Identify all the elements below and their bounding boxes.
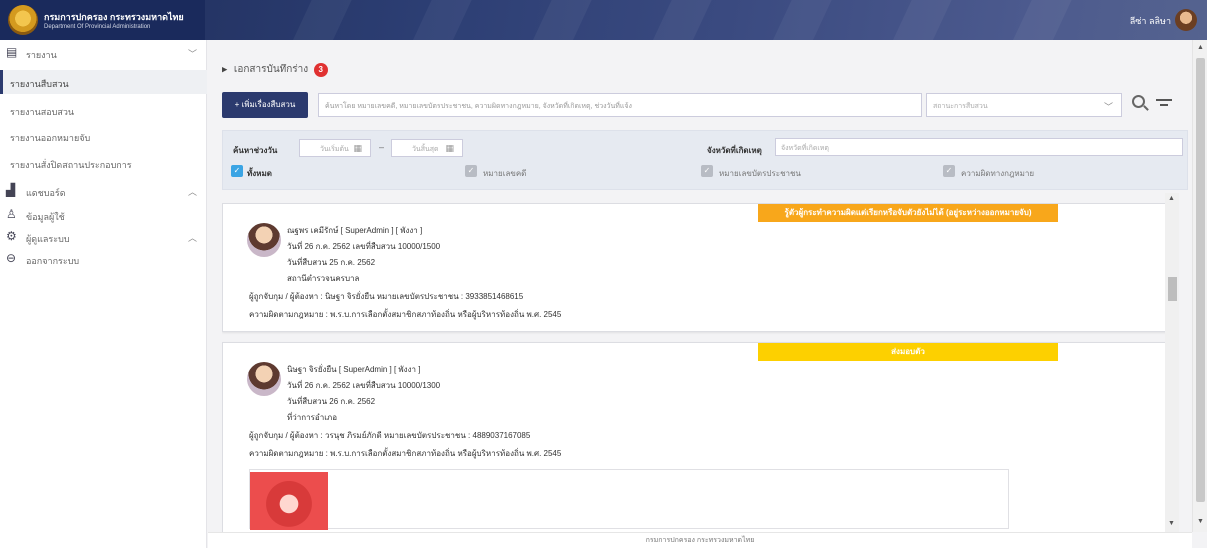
- checkbox-id-number[interactable]: ✓: [701, 165, 713, 177]
- user-name[interactable]: ลีซ่า ลลิษา: [1130, 14, 1171, 28]
- scroll-up-icon[interactable]: ▲: [1168, 195, 1175, 202]
- case-card[interactable]: ส่งมอบตัว นิษฐา จิรยั่งยืน [ SuperAdmin …: [222, 342, 1172, 532]
- sidebar-item-investigation[interactable]: รายงานสืบสวน: [0, 70, 207, 94]
- org-name-th: กรมการปกครอง กระทรวงมหาดไทย: [44, 12, 184, 22]
- calendar-icon: ▦: [445, 143, 454, 153]
- chevron-down-icon: ﹀: [187, 49, 197, 59]
- calendar-icon: ▦: [353, 143, 362, 153]
- add-investigation-button[interactable]: + เพิ่มเรื่องสืบสวน: [222, 92, 308, 118]
- report-icon: ▤: [6, 45, 18, 59]
- sidebar-group-admin[interactable]: ⚙ ผู้ดูแลระบบ ︿: [0, 226, 207, 248]
- footer: กรมการปกครอง กระทรวงมหาดไทย: [208, 532, 1192, 548]
- chevron-up-icon: ︿: [187, 187, 197, 197]
- main-content: ▶ เอกสารบันทึกร่าง 3 + เพิ่มเรื่องสืบสวน…: [208, 40, 1192, 532]
- filter-panel: ค้นหาช่วงวัน วันเริ่มต้น ▦ – วันสิ้นสุด …: [222, 130, 1188, 190]
- province-label: จังหวัดที่เกิดเหตุ: [707, 146, 762, 155]
- department-logo: [8, 5, 38, 35]
- case-card[interactable]: รู้ตัวผู้กระทำความผิดแต่เรียกหรือจับตัวย…: [222, 203, 1172, 332]
- brand[interactable]: กรมการปกครอง กระทรวงมหาดไทย Department O…: [0, 0, 205, 40]
- user-icon: ♙: [6, 207, 17, 221]
- draft-documents-toggle[interactable]: ▶ เอกสารบันทึกร่าง 3: [222, 62, 328, 78]
- chart-icon: ▟: [6, 183, 16, 197]
- caret-right-icon: ▶: [222, 66, 228, 74]
- checkbox-case-number[interactable]: ✓: [465, 165, 477, 177]
- org-name-en: Department Of Provincial Administration: [44, 24, 151, 30]
- sidebar-item-arrest-warrant[interactable]: รายงานออกหมายจับ: [0, 124, 207, 148]
- scroll-up-icon[interactable]: ▲: [1197, 44, 1204, 51]
- sidebar-item-logout[interactable]: ⊖ ออกจากระบบ: [0, 248, 207, 270]
- end-date-input[interactable]: วันสิ้นสุด ▦: [391, 139, 463, 157]
- sidebar-group-report[interactable]: ▤ รายงาน ﹀: [0, 42, 207, 64]
- results-scrollbar[interactable]: ▲ ▼: [1165, 193, 1179, 532]
- province-input[interactable]: จังหวัดที่เกิดเหตุ: [775, 138, 1183, 156]
- avatar: [247, 362, 281, 396]
- filter-icon: [1156, 99, 1172, 101]
- sidebar-item-user-info[interactable]: ♙ ข้อมูลผู้ใช้: [0, 204, 207, 226]
- results-list: รู้ตัวผู้กระทำความผิดแต่เรียกหรือจับตัวย…: [222, 203, 1178, 532]
- status-badge: รู้ตัวผู้กระทำความผิดแต่เรียกหรือจับตัวย…: [758, 204, 1058, 222]
- chevron-down-icon: ﹀: [1103, 102, 1113, 112]
- start-date-input[interactable]: วันเริ่มต้น ▦: [299, 139, 371, 157]
- avatar: [247, 223, 281, 257]
- gear-icon: ⚙: [6, 229, 17, 243]
- user-avatar[interactable]: [1175, 9, 1197, 31]
- filter-button[interactable]: [1156, 97, 1172, 111]
- status-select[interactable]: สถานะการสืบสวน ﹀: [926, 93, 1122, 117]
- evidence-photo[interactable]: [250, 472, 328, 530]
- scroll-down-icon[interactable]: ▼: [1197, 518, 1204, 525]
- evidence-photo-panel: [249, 469, 1009, 530]
- chevron-up-icon: ︿: [187, 233, 197, 243]
- draft-count-badge: 3: [313, 62, 328, 77]
- sidebar-group-dashboard[interactable]: ▟ แดชบอร์ด ︿: [0, 180, 207, 202]
- page-scroll-thumb[interactable]: [1196, 58, 1205, 502]
- top-header: กรมการปกครอง กระทรวงมหาดไทย Department O…: [0, 0, 1207, 40]
- status-badge: ส่งมอบตัว: [758, 343, 1058, 361]
- sidebar-item-close-business[interactable]: รายงานสั่งปิดสถานประกอบการ: [0, 151, 207, 175]
- date-range-label: ค้นหาช่วงวัน: [233, 146, 278, 155]
- sidebar: ▤ รายงาน ﹀ รายงานสืบสวน รายงานสอบสวน ราย…: [0, 40, 207, 548]
- logout-icon: ⊖: [6, 251, 17, 265]
- toolbar: + เพิ่มเรื่องสืบสวน ค้นหาโดย หมายเลขคดี,…: [222, 91, 1178, 119]
- search-input[interactable]: ค้นหาโดย หมายเลขคดี, หมายเลขบัตรประชาชน,…: [318, 93, 922, 117]
- scroll-down-icon[interactable]: ▼: [1168, 520, 1175, 527]
- search-button[interactable]: [1130, 94, 1150, 114]
- checkbox-all[interactable]: ✓: [231, 165, 243, 177]
- results-scroll-thumb[interactable]: [1168, 277, 1177, 301]
- checkbox-offense[interactable]: ✓: [943, 165, 955, 177]
- page-scrollbar[interactable]: ▲ ▼: [1192, 40, 1207, 532]
- sidebar-item-inquiry[interactable]: รายงานสอบสวน: [0, 98, 207, 122]
